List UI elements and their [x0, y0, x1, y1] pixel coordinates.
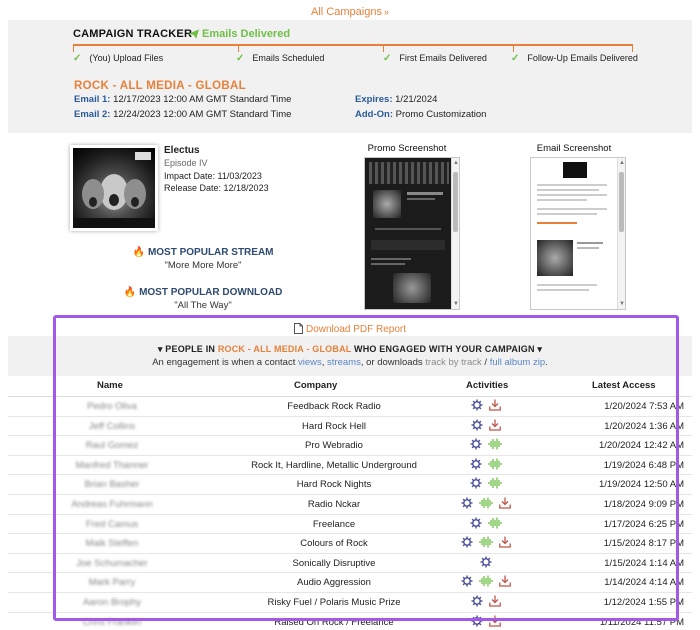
step-scheduled: ✓ Emails Scheduled — [236, 53, 325, 64]
promo-screenshot-label: Promo Screenshot — [367, 143, 447, 154]
email-screenshot[interactable]: ▲ ▼ — [530, 157, 626, 310]
most-popular-stream: 🔥 MOST POPULAR STREAM "More More More" — [73, 247, 333, 271]
tracker-status-text: Emails Delivered — [202, 28, 291, 40]
album-art-image — [73, 148, 155, 228]
release-artist: Electus — [164, 145, 200, 156]
flame-icon: 🔥 — [123, 287, 137, 298]
promo-screenshot[interactable]: ▲ ▼ — [364, 157, 460, 310]
most-popular-stream-value: "More More More" — [164, 260, 242, 271]
tracker-header: CAMPAIGN TRACKER Emails Delivered — [73, 28, 633, 52]
email-scrollbar[interactable]: ▲ ▼ — [617, 158, 625, 309]
check-icon: ✓ — [73, 53, 82, 64]
check-icon: ✓ — [236, 53, 245, 64]
check-icon: ✓ — [383, 53, 392, 64]
campaign-genre: ROCK - ALL MEDIA - GLOBAL — [74, 80, 246, 92]
double-chevron-right-icon: » — [383, 7, 389, 17]
band-logo — [135, 152, 151, 160]
email1-info: Email 1: 12/17/2023 12:00 AM GMT Standar… — [74, 94, 292, 105]
all-campaigns-label: All Campaigns — [311, 6, 382, 18]
most-popular-download: 🔥 MOST POPULAR DOWNLOAD "All The Way" — [73, 287, 333, 311]
addon-info: Add-On: Promo Customization — [355, 109, 487, 120]
email-screenshot-label: Email Screenshot — [536, 143, 612, 154]
highlight-box — [53, 315, 679, 621]
tracker-title: CAMPAIGN TRACKER — [73, 28, 193, 40]
tracker-steps: ✓ (You) Upload Files ✓ Emails Scheduled ✓ F… — [73, 53, 638, 67]
flame-icon: 🔥 — [132, 247, 145, 258]
release-date: Release Date: 12/18/2023 — [164, 183, 269, 193]
impact-date: Impact Date: 11/03/2023 — [164, 171, 262, 181]
step-upload: ✓ (You) Upload Files — [73, 53, 164, 64]
most-popular-download-value: "All The Way" — [174, 300, 232, 311]
step-first-delivered: ✓ First Emails Delivered — [383, 53, 487, 64]
album-cover[interactable] — [70, 145, 158, 231]
tracker-status: Emails Delivered — [188, 28, 290, 40]
paper-plane-icon — [188, 29, 199, 39]
release-title: Episode IV — [164, 158, 208, 168]
check-icon: ✓ — [511, 53, 520, 64]
all-campaigns-link[interactable]: All Campaigns» — [0, 6, 700, 18]
promo-scrollbar[interactable]: ▲ ▼ — [451, 158, 459, 309]
campaign-tracker-panel: CAMPAIGN TRACKER Emails Delivered ✓ (You)… — [8, 20, 692, 133]
email2-info: Email 2: 12/24/2023 12:00 AM GMT Standar… — [74, 109, 292, 120]
step-followup-delivered: ✓ Follow-Up Emails Delivered — [511, 53, 638, 64]
expires-info: Expires: 1/21/2024 — [355, 94, 438, 105]
